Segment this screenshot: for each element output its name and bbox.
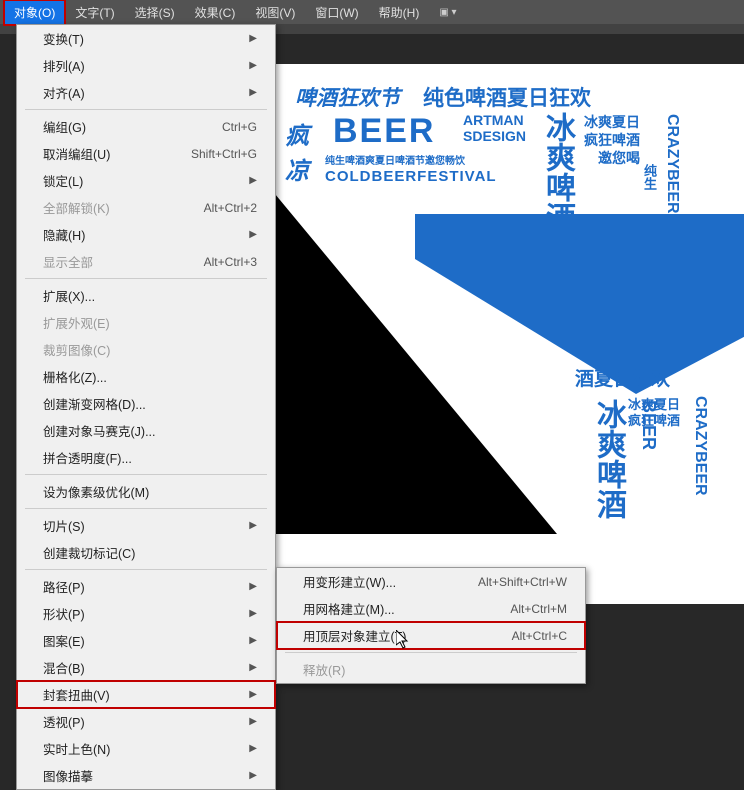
- menu-expand[interactable]: 扩展(X)...: [17, 282, 275, 309]
- menu-crop-image: 裁剪图像(C): [17, 336, 275, 363]
- chevron-right-icon: ▶: [249, 229, 257, 240]
- object-dropdown: 变换(T)▶ 排列(A)▶ 对齐(A)▶ 编组(G)Ctrl+G 取消编组(U)…: [16, 24, 276, 790]
- menu-unlock-all: 全部解锁(K)Alt+Ctrl+2: [17, 194, 275, 221]
- menu-type[interactable]: 文字(T): [65, 0, 124, 25]
- menu-path[interactable]: 路径(P)▶: [17, 573, 275, 600]
- separator: [25, 508, 267, 509]
- deco-text: 啤酒狂欢节: [295, 82, 400, 112]
- menu-slice[interactable]: 切片(S)▶: [17, 512, 275, 539]
- separator: [25, 109, 267, 110]
- submenu-release: 释放(R): [277, 656, 585, 683]
- chevron-right-icon: ▶: [249, 87, 257, 98]
- chevron-right-icon: ▶: [249, 770, 257, 781]
- chevron-right-icon: ▶: [249, 520, 257, 531]
- menu-expand-appearance: 扩展外观(E): [17, 309, 275, 336]
- chevron-right-icon: ▶: [249, 689, 257, 700]
- submenu-make-with-mesh[interactable]: 用网格建立(M)...Alt+Ctrl+M: [277, 595, 585, 622]
- menu-object[interactable]: 对象(O): [4, 0, 65, 25]
- deco-text: ARTMAN: [463, 112, 524, 128]
- menu-object-mosaic[interactable]: 创建对象马赛克(J)...: [17, 417, 275, 444]
- menu-arrange[interactable]: 排列(A)▶: [17, 52, 275, 79]
- menu-trim-marks[interactable]: 创建裁切标记(C): [17, 539, 275, 566]
- menu-envelope-distort[interactable]: 封套扭曲(V)▶: [17, 681, 275, 708]
- deco-text: CRAZYBEER: [663, 114, 681, 214]
- separator: [285, 652, 577, 653]
- menu-select[interactable]: 选择(S): [125, 0, 185, 25]
- chevron-right-icon: ▶: [249, 60, 257, 71]
- menu-pixel-perfect[interactable]: 设为像素级优化(M): [17, 478, 275, 505]
- chevron-right-icon: ▶: [249, 33, 257, 44]
- artboard: 啤酒狂欢节 纯色啤酒夏日狂欢 疯凉 BEER ARTMAN SDESIGN 纯生…: [275, 64, 744, 604]
- menubar: 对象(O) 文字(T) 选择(S) 效果(C) 视图(V) 窗口(W) 帮助(H…: [0, 0, 744, 24]
- submenu-make-with-warp[interactable]: 用变形建立(W)...Alt+Shift+Ctrl+W: [277, 568, 585, 595]
- menu-perspective[interactable]: 透视(P)▶: [17, 708, 275, 735]
- deco-text: 疯凉: [285, 116, 309, 186]
- menu-lock[interactable]: 锁定(L)▶: [17, 167, 275, 194]
- separator: [25, 474, 267, 475]
- deco-text: SDESIGN: [463, 128, 526, 144]
- chevron-right-icon: ▶: [249, 581, 257, 592]
- menu-flatten-transparency[interactable]: 拼合透明度(F)...: [17, 444, 275, 471]
- menu-group[interactable]: 编组(G)Ctrl+G: [17, 113, 275, 140]
- separator: [25, 569, 267, 570]
- chevron-right-icon: ▶: [249, 175, 257, 186]
- deco-text: 纯色啤酒夏日狂欢: [423, 82, 591, 112]
- menu-rasterize[interactable]: 栅格化(Z)...: [17, 363, 275, 390]
- envelope-submenu: 用变形建立(W)...Alt+Shift+Ctrl+W 用网格建立(M)...A…: [276, 567, 586, 684]
- deco-text: 纯生: [640, 164, 659, 190]
- menu-help[interactable]: 帮助(H): [369, 0, 430, 25]
- menu-hide[interactable]: 隐藏(H)▶: [17, 221, 275, 248]
- deco-text: 酒夏日狂欢: [575, 364, 670, 391]
- cursor-icon: [396, 630, 412, 655]
- menu-show-all: 显示全部Alt+Ctrl+3: [17, 248, 275, 275]
- menu-window[interactable]: 窗口(W): [305, 0, 368, 25]
- menu-effect[interactable]: 效果(C): [185, 0, 246, 25]
- deco-text: 邀您喝: [598, 148, 640, 168]
- menu-transform[interactable]: 变换(T)▶: [17, 25, 275, 52]
- deco-text: 疯狂啤酒: [584, 130, 640, 150]
- menu-blend[interactable]: 混合(B)▶: [17, 654, 275, 681]
- menu-live-paint[interactable]: 实时上色(N)▶: [17, 735, 275, 762]
- menu-gradient-mesh[interactable]: 创建渐变网格(D)...: [17, 390, 275, 417]
- menu-pattern[interactable]: 图案(E)▶: [17, 627, 275, 654]
- chevron-right-icon: ▶: [249, 743, 257, 754]
- chevron-right-icon: ▶: [249, 662, 257, 673]
- deco-text: COLDBEERFESTIVAL: [325, 168, 497, 185]
- menu-shape[interactable]: 形状(P)▶: [17, 600, 275, 627]
- menu-image-trace[interactable]: 图像描摹▶: [17, 762, 275, 789]
- deco-text: BEER: [333, 112, 435, 151]
- workspace-switcher-icon[interactable]: ▣ ▾: [439, 7, 456, 18]
- deco-text: 冰爽夏日: [584, 112, 640, 132]
- menu-view[interactable]: 视图(V): [245, 0, 305, 25]
- menu-ungroup[interactable]: 取消编组(U)Shift+Ctrl+G: [17, 140, 275, 167]
- chevron-right-icon: ▶: [249, 635, 257, 646]
- menu-align[interactable]: 对齐(A)▶: [17, 79, 275, 106]
- separator: [25, 278, 267, 279]
- deco-text: BEER: [638, 400, 659, 450]
- deco-text: CRAZYBEER: [691, 396, 709, 496]
- chevron-right-icon: ▶: [249, 608, 257, 619]
- deco-text: 冰爽啤酒: [586, 399, 630, 519]
- deco-text: 纯生啤酒爽夏日啤酒节邀您畅饮: [325, 152, 465, 167]
- chevron-right-icon: ▶: [249, 716, 257, 727]
- submenu-make-with-top-object[interactable]: 用顶层对象建立(T)Alt+Ctrl+C: [277, 622, 585, 649]
